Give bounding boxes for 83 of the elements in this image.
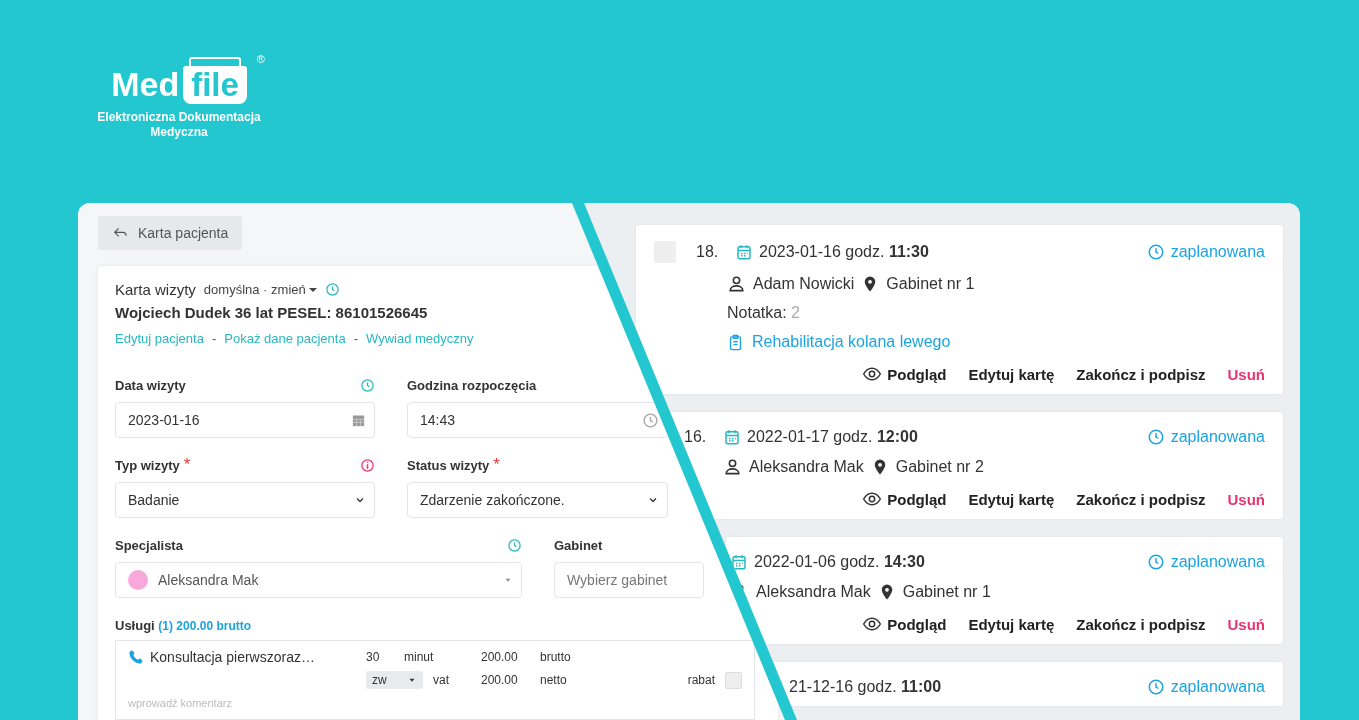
clipboard-icon (727, 333, 744, 351)
room-select[interactable]: Wybierz gabinet (554, 562, 704, 598)
visit-date: 2022-01-06 godz. 14:30 (754, 553, 925, 571)
visit-status: zaplanowana (1146, 243, 1265, 261)
eye-icon (862, 614, 883, 634)
visit-date: 21-12-16 godz. 11:00 (789, 678, 942, 696)
action-button[interactable]: Edytuj kartę (968, 614, 1055, 634)
vat-label: vat (433, 673, 449, 687)
field-label: Specjalista (115, 537, 183, 553)
field-label: Typ wizyty (115, 457, 180, 473)
calendar-icon (735, 243, 753, 261)
action-button[interactable]: Zakończ i podpisz (1076, 364, 1206, 384)
logo-text: Med (111, 64, 180, 104)
clock-icon (1146, 553, 1165, 571)
action-button[interactable]: Edytuj kartę (968, 364, 1055, 384)
eye-icon (862, 489, 883, 509)
room-name: Gabinet nr 1 (886, 274, 975, 293)
doctor-name: Aleksandra Mak (749, 457, 864, 476)
comment-field[interactable]: wprowadź komentarz (128, 697, 258, 709)
card-title: Karta wizyty (115, 281, 196, 298)
logo-tagline: Elektroniczna Dokumentacja Medyczna (96, 110, 262, 140)
calendar-icon (723, 428, 741, 446)
specialist-select[interactable]: Aleksandra Mak (115, 562, 522, 598)
service-name: Konsultacja pierwszoraz… (150, 649, 315, 665)
clock-icon (1146, 678, 1165, 696)
duration-unit: minut (404, 650, 435, 664)
patient-info: Wojciech Dudek 36 lat PESEL: 86101526645 (115, 304, 428, 321)
person-icon (723, 457, 742, 476)
registered-mark: ® (256, 53, 265, 65)
template-dropdown[interactable]: domyślna · zmień (203, 282, 317, 297)
visit-status: zaplanowana (1146, 678, 1265, 696)
visit-status: zaplanowana (1146, 553, 1265, 571)
calendar-icon (730, 553, 748, 571)
clock-icon (1146, 428, 1165, 446)
clock-icon (642, 411, 659, 429)
link-separator: - (211, 331, 217, 346)
doctor-name: Adam Nowicki (753, 274, 855, 293)
field-label: Status wizyty (407, 457, 490, 473)
room-name: Gabinet nr 1 (902, 582, 991, 601)
preview-button[interactable]: Podgląd (862, 489, 947, 509)
action-button[interactable]: Zakończ i podpisz (1076, 489, 1206, 509)
preview-button[interactable]: Podgląd (862, 614, 947, 634)
select-field[interactable]: Badanie (115, 482, 375, 518)
section-label: Usługi (115, 618, 155, 633)
logo-folder: file (183, 57, 247, 104)
select-field[interactable]: Zdarzenie zakończone. (407, 482, 668, 518)
phone-icon (128, 649, 144, 665)
visit-number: 18. (696, 243, 720, 261)
back-button[interactable]: Karta pacjenta (98, 216, 243, 250)
net-price: 200.00 (481, 673, 519, 687)
delete-button[interactable]: Usuń (1227, 364, 1265, 384)
preview-button[interactable]: Podgląd (862, 364, 947, 384)
gross-label: brutto (540, 650, 572, 664)
field-label: Data wizyty (115, 377, 186, 393)
required-asterisk: * (493, 458, 500, 472)
note-count: 2 (791, 304, 800, 321)
visit-date: 2023-01-16 godz. 11:30 (759, 243, 929, 261)
discount-label: rabat (687, 673, 715, 687)
action-button[interactable]: Edytuj kartę (968, 489, 1055, 509)
duration-value: 30 (366, 650, 381, 664)
room-name: Gabinet nr 2 (895, 457, 984, 476)
discount-checkbox[interactable] (725, 671, 742, 689)
doctor-name: Aleksandra Mak (756, 582, 871, 601)
eye-icon (862, 364, 883, 384)
gross-price: 200.00 (481, 650, 519, 664)
note-label: Notatka: (727, 304, 787, 321)
vat-dropdown[interactable]: zw (366, 671, 423, 689)
visit-status: zaplanowana (1146, 428, 1265, 446)
action-button[interactable]: Zakończ i podpisz (1076, 614, 1206, 634)
net-label: netto (540, 673, 568, 687)
clock-icon (324, 282, 340, 297)
person-icon (727, 274, 746, 293)
required-asterisk: * (183, 458, 191, 472)
visit-number: 16. (684, 428, 708, 446)
clock-icon (1146, 243, 1165, 261)
field-label: Gabinet (554, 537, 603, 553)
services-summary: (1) 200.00 brutto (158, 619, 252, 633)
delete-button[interactable]: Usuń (1227, 614, 1265, 634)
date-field[interactable]: 2023-01-16 (115, 402, 375, 438)
delete-button[interactable]: Usuń (1227, 489, 1265, 509)
field-label: Godzina rozpoczęcia (407, 377, 537, 393)
link-separator: - (353, 331, 359, 346)
visit-date: 2022-01-17 godz. 12:00 (747, 428, 918, 446)
